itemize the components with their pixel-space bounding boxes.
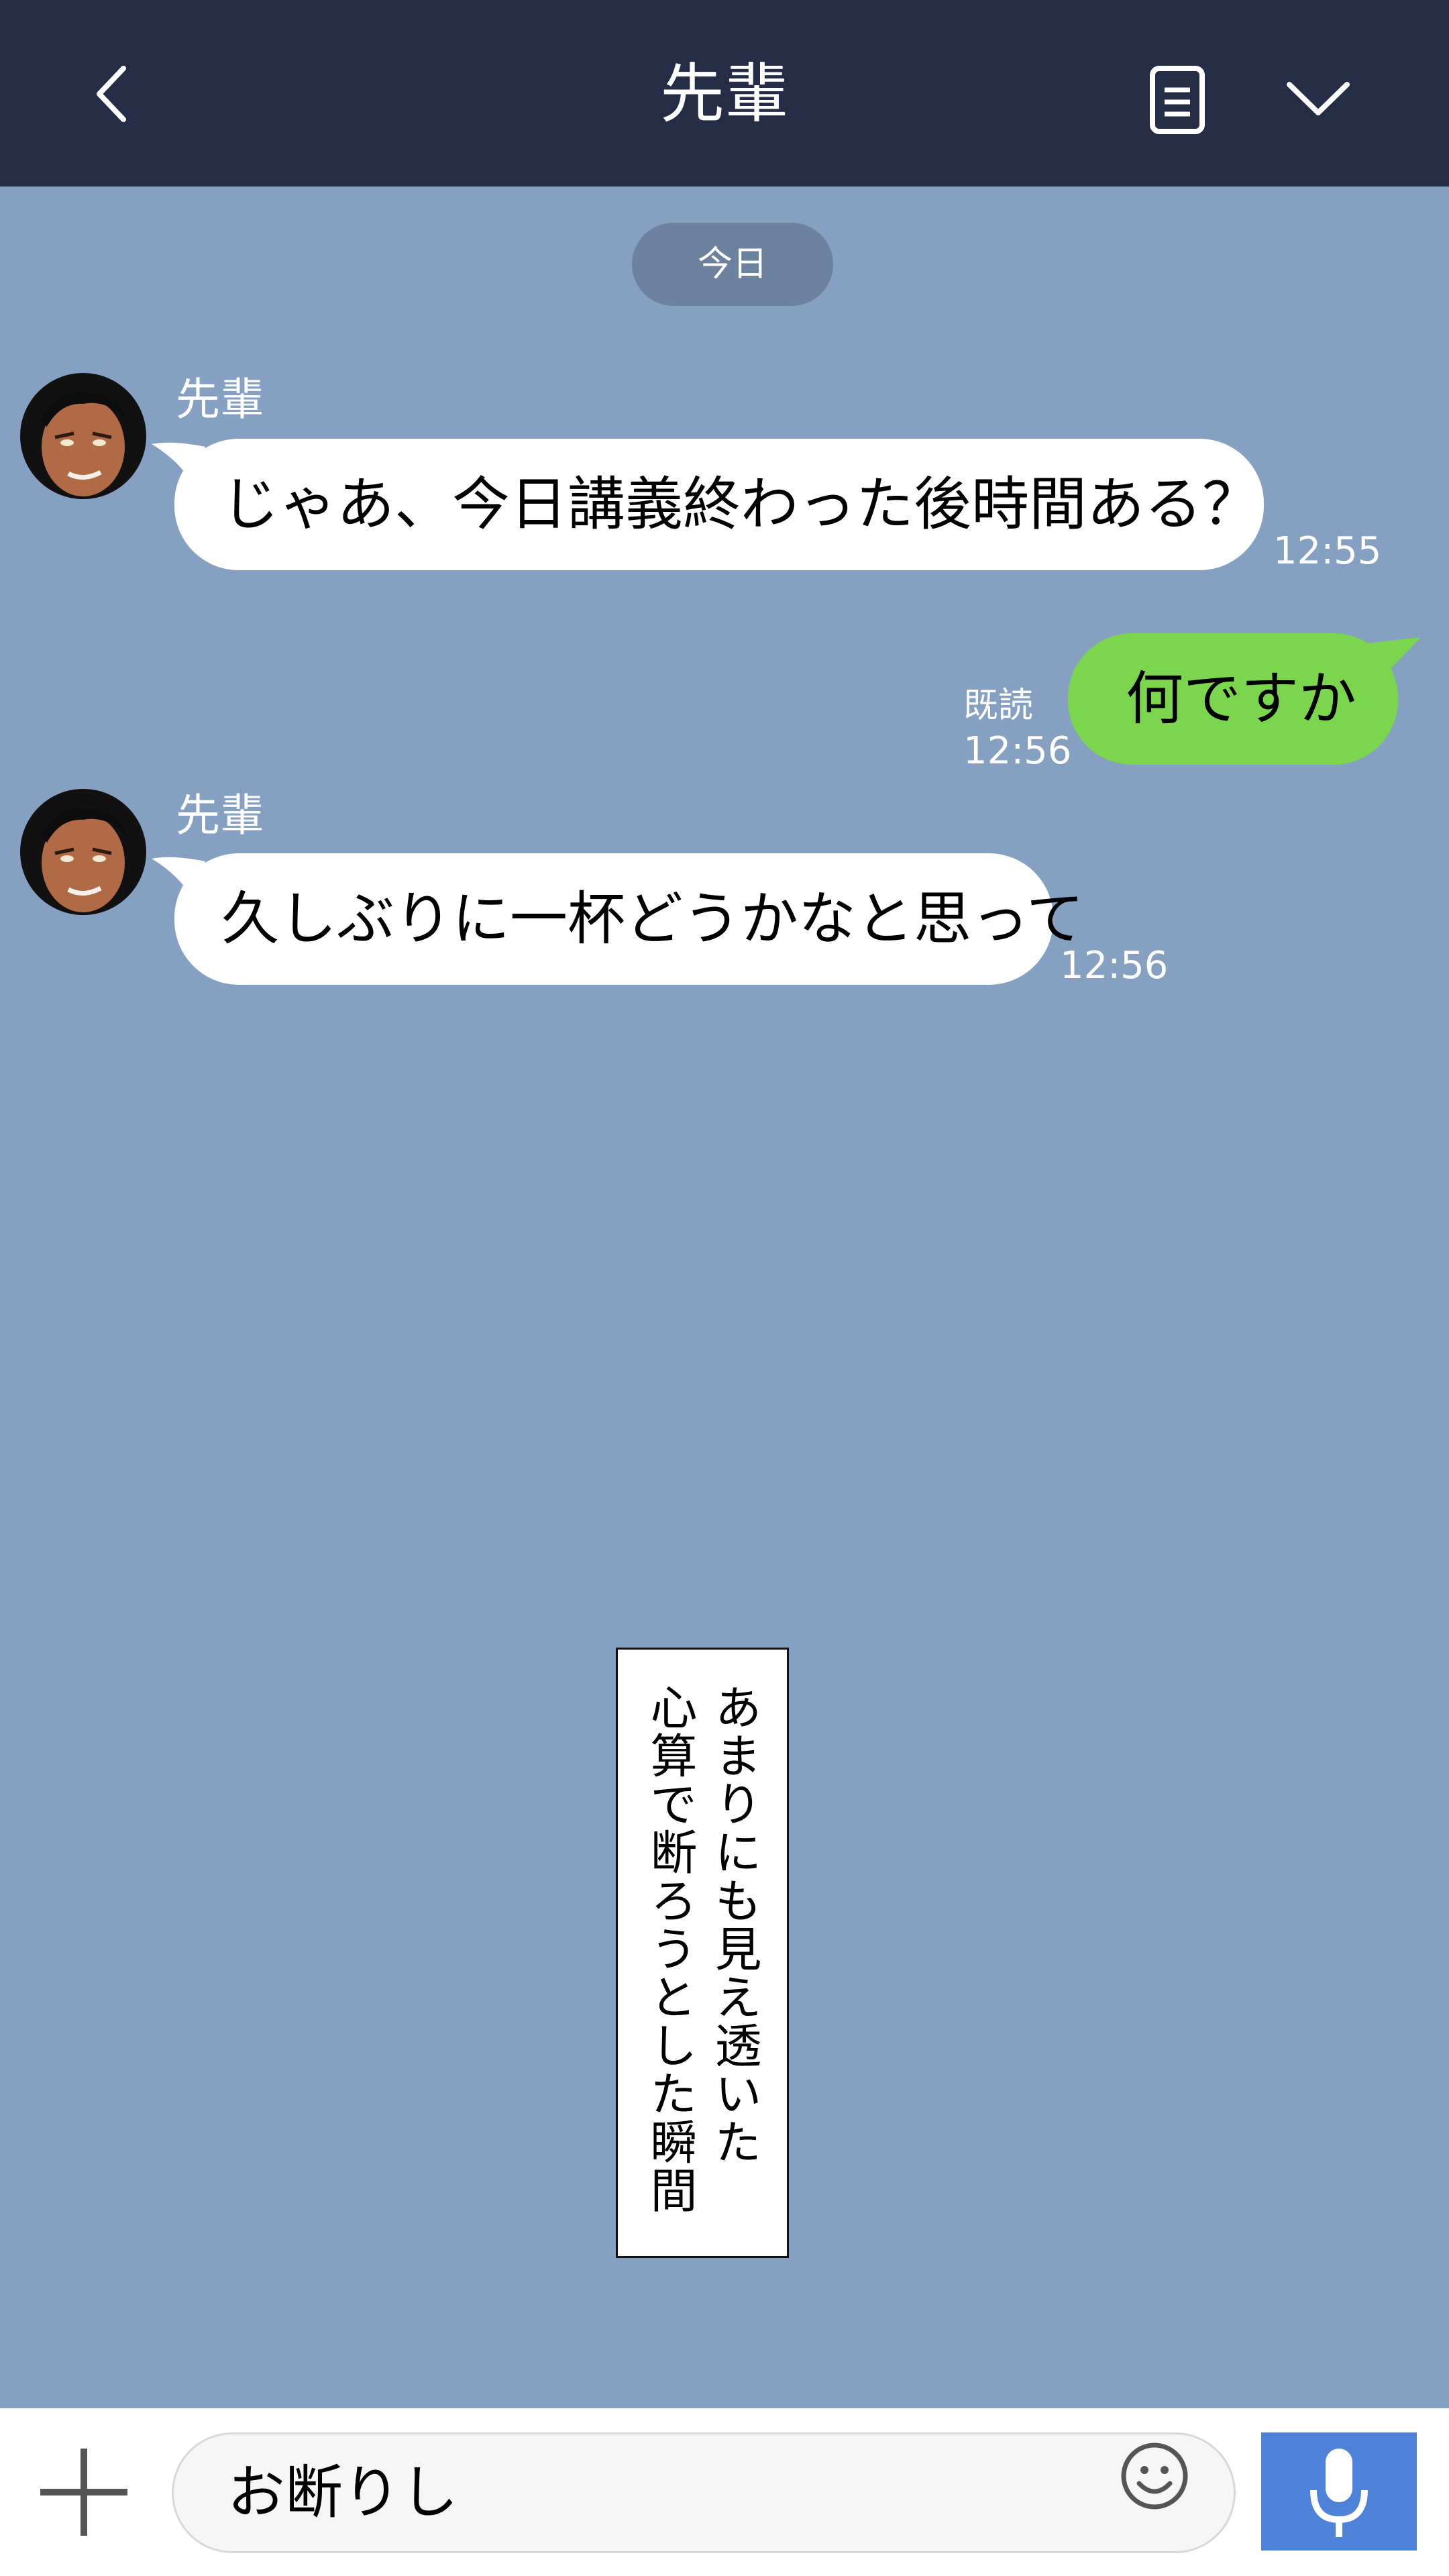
mic-icon: [1310, 2449, 1368, 2537]
message-time: 12:56: [1060, 944, 1169, 987]
avatar[interactable]: [20, 789, 146, 915]
chat-title: 先輩: [660, 56, 789, 131]
message-input[interactable]: お断りし: [172, 2432, 1236, 2553]
date-divider: 今日: [632, 223, 833, 306]
chevron-down-icon[interactable]: [1281, 64, 1355, 131]
sender-name: 先輩: [176, 374, 264, 425]
narration-box: あまりにも見え透いた 心算で断ろうとした瞬間: [616, 1648, 789, 2258]
emoji-icon[interactable]: [1118, 2439, 1191, 2513]
mic-button[interactable]: [1261, 2432, 1417, 2551]
message-composer: お断りし: [0, 2408, 1449, 2576]
message-input-value[interactable]: お断りし: [227, 2434, 458, 2551]
read-receipt: 既読: [963, 686, 1034, 726]
message-bubble[interactable]: 何ですか: [1068, 633, 1398, 765]
message-bubble[interactable]: 久しぶりに一杯どうかなと思って: [174, 853, 1084, 985]
message-time: 12:55: [1273, 529, 1382, 573]
notes-icon[interactable]: [1140, 63, 1214, 137]
narration-line-1: あまりにも見え透いた: [707, 1683, 762, 2166]
message-bubble[interactable]: じゃあ、今日講義終わった後時間ある？: [174, 439, 1264, 570]
narration-line-2: 心算で断ろうとした瞬間: [643, 1683, 698, 2214]
avatar[interactable]: [20, 373, 146, 499]
plus-icon[interactable]: [34, 2442, 134, 2542]
message-time: 12:56: [963, 729, 1072, 773]
chat-header: 先輩: [0, 0, 1449, 186]
sender-name: 先輩: [176, 790, 264, 841]
